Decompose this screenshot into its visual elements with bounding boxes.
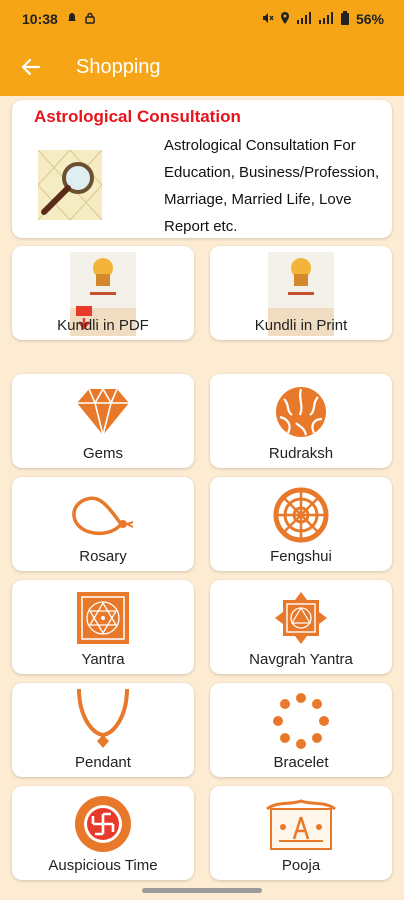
pendant-icon (71, 685, 135, 749)
item-label: Pooja (281, 857, 321, 874)
battery-icon (340, 10, 350, 28)
item-navgrah-yantra[interactable]: Navgrah Yantra (210, 580, 392, 674)
mute-icon (262, 12, 274, 27)
item-label: Gems (82, 445, 123, 462)
bracelet-icon (269, 689, 333, 753)
diamond-icon (71, 380, 135, 444)
battery-level: 56% (355, 11, 384, 27)
item-fengshui[interactable]: Fengshui (210, 477, 392, 571)
status-time: 10:38 (22, 11, 58, 27)
rosary-icon (71, 483, 135, 547)
item-label: Kundli in Print (254, 317, 348, 334)
swastik-icon (71, 792, 135, 856)
item-pendant[interactable]: Pendant (12, 683, 194, 777)
signal-icon (296, 11, 312, 27)
item-label: Kundli in PDF (57, 317, 149, 334)
astrological-consultation-card[interactable]: Astrological Consultation Astrological C… (12, 100, 392, 238)
consultation-title: Astrological Consultation (34, 107, 241, 126)
item-label: Pendant (75, 754, 131, 771)
item-kundli-in-print[interactable]: Kundli in Print (210, 246, 392, 340)
navgrah-yantra-icon (269, 586, 333, 650)
item-gems[interactable]: Gems (12, 374, 194, 468)
page-title: Shopping (76, 55, 161, 78)
item-yantra[interactable]: Yantra (12, 580, 194, 674)
item-label: Bracelet (273, 754, 329, 771)
location-icon (280, 11, 290, 27)
item-label: Rudraksh (268, 445, 334, 462)
signal-icon-2 (318, 11, 334, 27)
item-rudraksh[interactable]: Rudraksh (210, 374, 392, 468)
shopping-content: Astrological Consultation Astrological C… (0, 96, 404, 900)
pooja-icon (261, 792, 341, 856)
item-label: Rosary (79, 548, 127, 565)
notification-icon (66, 12, 78, 27)
yantra-icon (71, 586, 135, 650)
item-label: Navgrah Yantra (249, 651, 353, 668)
item-auspicious-time[interactable]: Auspicious Time (12, 786, 194, 880)
item-label: Auspicious Time (48, 857, 158, 874)
item-label: Yantra (81, 651, 125, 668)
gesture-navigation-bar[interactable] (142, 888, 262, 893)
magnifier-chart-icon (37, 149, 103, 221)
item-label: Fengshui (270, 548, 332, 565)
lock-icon (84, 12, 96, 27)
rudraksh-icon (269, 380, 333, 444)
app-bar: Shopping (0, 38, 404, 96)
item-rosary[interactable]: Rosary (12, 477, 194, 571)
back-button[interactable] (0, 38, 60, 96)
status-bar: 10:38 56% (0, 0, 404, 38)
item-bracelet[interactable]: Bracelet (210, 683, 392, 777)
consultation-description: Astrological Consultation For Education,… (164, 137, 380, 235)
fengshui-wheel-icon (269, 483, 333, 547)
item-pooja[interactable]: Pooja (210, 786, 392, 880)
item-kundli-in-pdf[interactable]: Kundli in PDF (12, 246, 194, 340)
back-arrow-icon (21, 58, 41, 76)
